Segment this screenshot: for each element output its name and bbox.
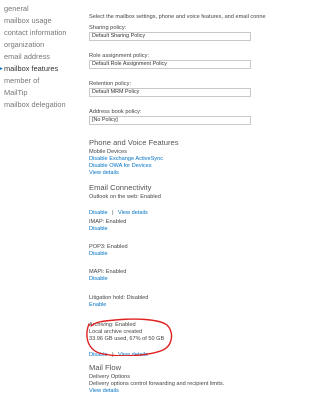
mapi-status-text: MAPI: Enabled (89, 269, 127, 275)
delivery-options-label: Delivery Options (89, 374, 131, 380)
litigation-enable-link[interactable]: Enable (89, 302, 106, 308)
role-policy-label: Role assignment policy: (89, 53, 150, 59)
retention-policy-label: Retention policy: (89, 81, 132, 87)
nav-item-mailbox-features[interactable]: mailbox features (4, 64, 58, 74)
litigation-status-text: Litigation hold: Disabled (89, 295, 149, 301)
owa-view-details-link[interactable]: View details (118, 210, 148, 216)
mobile-devices-label: Mobile Devices (89, 149, 127, 155)
nav-item-mailtip[interactable]: MailTip (4, 88, 28, 98)
address-book-policy-label: Address book policy: (89, 109, 142, 115)
retention-policy-field[interactable]: Default MRM Policy (89, 88, 251, 97)
sharing-policy-field[interactable]: Default Sharing Policy (89, 32, 251, 41)
mapi-disable-link[interactable]: Disable (89, 276, 108, 282)
separator: | (112, 210, 114, 216)
address-book-policy-field[interactable]: [No Policy] (89, 116, 251, 125)
role-policy-field[interactable]: Default Role Assignment Policy (89, 60, 251, 69)
email-connectivity-actions: Disable | View details (89, 201, 148, 219)
mail-flow-view-details-link[interactable]: View details (89, 388, 119, 394)
pop3-status-text: POP3: Enabled (89, 244, 128, 250)
archive-created-text: Local archive created (89, 329, 143, 335)
disable-activesync-link[interactable]: Disable Exchange ActiveSync (89, 156, 163, 162)
archiving-actions: Disable | View details (89, 343, 148, 361)
nav-item-mailbox-delegation[interactable]: mailbox delegation (4, 100, 66, 110)
archiving-status-text: Archiving: Enabled (89, 322, 136, 328)
email-connectivity-heading: Email Connectivity (89, 183, 152, 192)
owa-status-text: Outlook on the web: Enabled (89, 194, 161, 200)
delivery-options-description: Delivery options control forwarding and … (89, 381, 225, 387)
nav-item-email-address[interactable]: email address (4, 52, 50, 62)
nav-item-member-of[interactable]: member of (4, 76, 39, 86)
nav-item-organization[interactable]: organization (4, 40, 44, 50)
nav-item-contact-information[interactable]: contact information (4, 28, 66, 38)
mail-flow-heading: Mail Flow (89, 363, 122, 372)
imap-status-text: IMAP: Enabled (89, 219, 127, 225)
owa-disable-link[interactable]: Disable (89, 210, 108, 216)
active-item-marker-icon: ▸ (0, 66, 3, 72)
imap-disable-link[interactable]: Disable (89, 226, 108, 232)
archive-usage-text: 33.96 GB used, 67% of 50 GB (89, 336, 165, 342)
nav-item-mailbox-usage[interactable]: mailbox usage (4, 16, 52, 26)
phone-view-details-link[interactable]: View details (89, 170, 119, 176)
archive-disable-link[interactable]: Disable (89, 352, 108, 358)
pop3-disable-link[interactable]: Disable (89, 251, 108, 257)
intro-text: Select the mailbox settings, phone and v… (89, 14, 266, 20)
disable-owa-devices-link[interactable]: Disable OWA for Devices (89, 163, 152, 169)
archive-view-details-link[interactable]: View details (118, 352, 148, 358)
separator: | (112, 352, 114, 358)
nav-item-general[interactable]: general (4, 4, 29, 14)
sharing-policy-label: Sharing policy: (89, 25, 127, 31)
phone-voice-heading: Phone and Voice Features (89, 138, 179, 147)
